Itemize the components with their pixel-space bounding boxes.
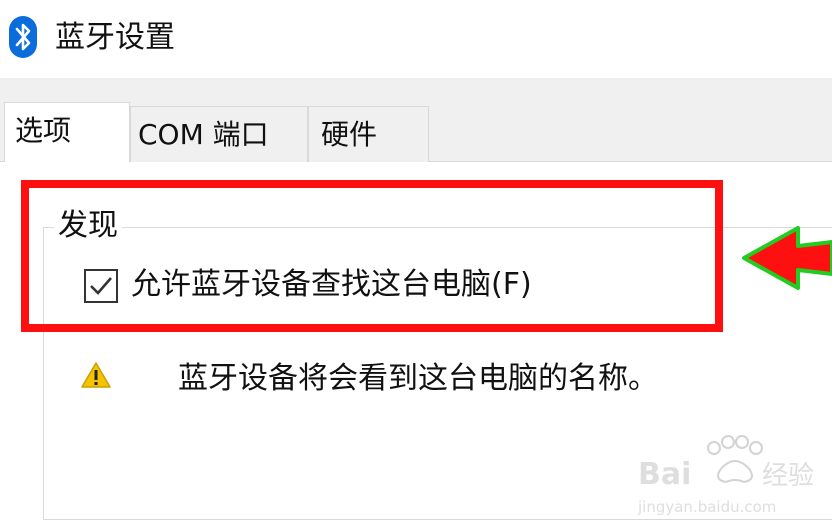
title-bar: 蓝牙设置: [0, 0, 832, 78]
tab-options[interactable]: 选项: [4, 102, 130, 162]
checkmark-icon: [90, 277, 112, 295]
warning-icon: [81, 362, 111, 388]
bluetooth-settings-window: 蓝牙设置 选项 COM 端口 硬件 发现 允许蓝牙设备查找这台电脑(F) 蓝牙设…: [0, 0, 832, 520]
tab-hardware[interactable]: 硬件: [308, 106, 429, 162]
discovery-group-label: 发现: [54, 206, 122, 246]
bluetooth-icon: [9, 16, 37, 58]
window-title: 蓝牙设置: [55, 20, 175, 55]
allow-discovery-checkbox[interactable]: [84, 269, 118, 303]
allow-discovery-label[interactable]: 允许蓝牙设备查找这台电脑(F): [131, 264, 532, 306]
discovery-warning-text: 蓝牙设备将会看到这台电脑的名称。: [178, 361, 658, 396]
tab-com-ports[interactable]: COM 端口: [130, 106, 308, 162]
